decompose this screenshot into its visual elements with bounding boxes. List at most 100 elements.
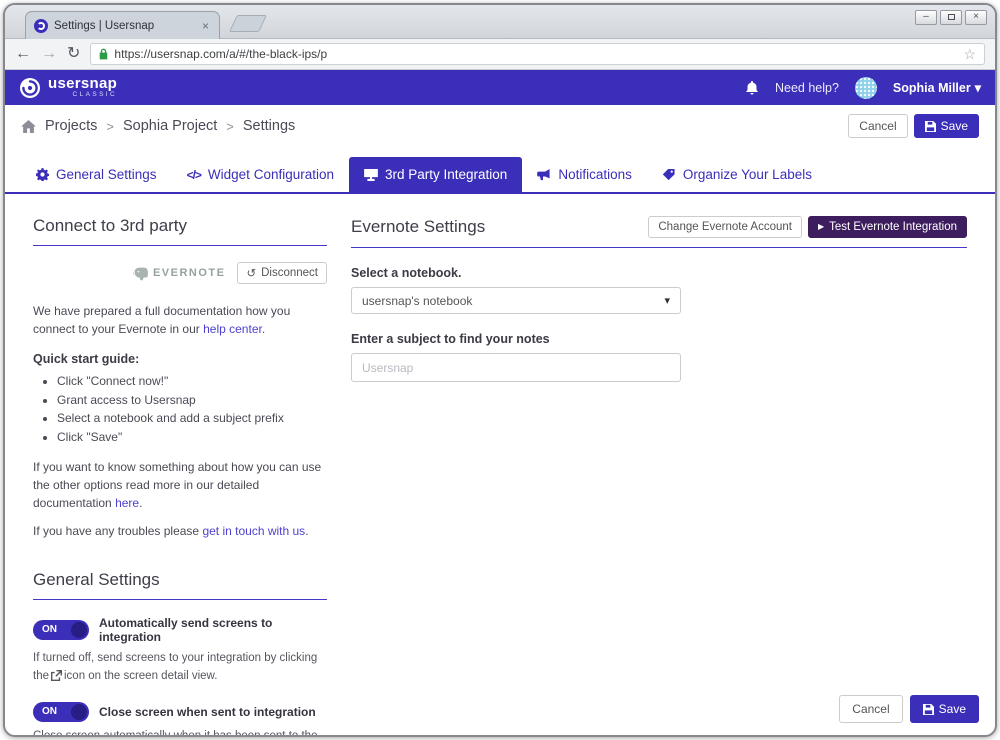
tab-notifications[interactable]: Notifications: [522, 157, 647, 192]
quick-start-list: Click "Connect now!" Grant access to Use…: [57, 372, 327, 446]
documentation-paragraph: If you want to know something about how …: [33, 460, 322, 511]
subject-input[interactable]: [351, 353, 681, 382]
breadcrumb-project-name[interactable]: Sophia Project: [123, 118, 217, 134]
here-link[interactable]: here: [115, 496, 139, 510]
breadcrumb-projects[interactable]: Projects: [45, 118, 97, 134]
test-evernote-integration-button[interactable]: ▶ Test Evernote Integration: [807, 216, 967, 238]
evernote-settings-panel: Evernote Settings Change Evernote Accoun…: [351, 216, 967, 382]
settings-tabs: General Settings </> Widget Configuratio…: [5, 147, 995, 194]
browser-window: Settings | Usersnap × – × ← → ↻ https://…: [3, 3, 997, 737]
url-text: https://usersnap.com/a/#/the-black-ips/p: [114, 47, 328, 61]
general-settings-title: General Settings: [33, 570, 327, 601]
breadcrumb: Projects > Sophia Project > Settings Can…: [5, 105, 995, 147]
troubles-paragraph: If you have any troubles please get in t…: [33, 524, 309, 539]
chevron-down-icon: ▾: [974, 81, 981, 95]
user-name: Sophia Miller: [892, 80, 971, 95]
bell-icon[interactable]: [745, 80, 759, 95]
new-tab-button[interactable]: [229, 15, 267, 32]
toggle-state-label: ON: [42, 624, 57, 636]
get-in-touch-link[interactable]: get in touch with us: [202, 524, 305, 538]
toggle-state-label: ON: [42, 706, 57, 717]
evernote-logo: EVERNOTE: [132, 266, 226, 281]
help-center-link[interactable]: help center: [203, 322, 262, 336]
footer-cancel-button[interactable]: Cancel: [839, 695, 903, 723]
browser-tab-title: Settings | Usersnap: [54, 19, 155, 32]
megaphone-icon: [537, 168, 550, 180]
quick-start-title: Quick start guide:: [33, 352, 140, 366]
footer-save-button[interactable]: Save: [909, 695, 979, 723]
user-avatar[interactable]: [854, 76, 877, 99]
main-content: Connect to 3rd party EVERNOTE ↺ Disconne…: [5, 194, 995, 737]
export-icon: [51, 670, 62, 682]
browser-tabstrip: Settings | Usersnap × – ×: [5, 5, 995, 39]
back-button[interactable]: ←: [15, 46, 31, 62]
save-floppy-icon: [922, 703, 934, 715]
browser-navbar: ← → ↻ https://usersnap.com/a/#/the-black…: [5, 39, 995, 70]
code-icon: </>: [186, 167, 202, 182]
browser-tab[interactable]: Settings | Usersnap ×: [25, 11, 220, 39]
forward-button[interactable]: →: [41, 46, 57, 62]
select-caret-icon: ▾: [664, 295, 670, 307]
footer-actions: Cancel Save: [839, 695, 979, 723]
tab-close-icon[interactable]: ×: [200, 19, 211, 33]
window-close-button[interactable]: ×: [965, 10, 987, 25]
auto-send-description: If turned off, send screens to your inte…: [33, 652, 318, 683]
save-floppy-icon: [924, 120, 936, 132]
auto-send-toggle[interactable]: ON: [33, 620, 89, 641]
address-bar[interactable]: https://usersnap.com/a/#/the-black-ips/p…: [90, 43, 985, 65]
connect-panel-title: Connect to 3rd party: [33, 216, 327, 246]
usersnap-swirl-icon: [20, 77, 40, 98]
minimize-icon: –: [923, 11, 929, 22]
reload-button[interactable]: ↻: [67, 46, 80, 62]
need-help-link[interactable]: Need help?: [775, 81, 839, 95]
home-icon[interactable]: [21, 119, 36, 133]
window-maximize-button[interactable]: [940, 10, 962, 25]
tab-3rd-party-integration[interactable]: 3rd Party Integration: [349, 157, 523, 192]
quick-start-step: Select a notebook and add a subject pref…: [57, 409, 327, 428]
tab-organize-labels[interactable]: Organize Your Labels: [647, 157, 827, 192]
general-settings-panel: General Settings ON Automatically send s…: [33, 570, 327, 737]
usersnap-logo[interactable]: usersnap CLASSIC: [19, 76, 117, 99]
gear-icon: [36, 168, 49, 181]
window-minimize-button[interactable]: –: [915, 10, 937, 25]
connect-panel: Connect to 3rd party EVERNOTE ↺ Disconne…: [33, 216, 327, 540]
quick-start-step: Grant access to Usersnap: [57, 391, 327, 410]
breadcrumb-settings[interactable]: Settings: [243, 118, 295, 134]
breadcrumb-separator: >: [226, 118, 234, 134]
evernote-wordmark: EVERNOTE: [152, 267, 226, 279]
app-header: usersnap CLASSIC Need help? Sophia Mille…: [5, 70, 995, 105]
save-button[interactable]: Save: [913, 114, 979, 138]
notebook-label: Select a notebook.: [351, 266, 462, 280]
intro-paragraph: We have prepared a full documentation ho…: [33, 304, 291, 336]
integration-icon: [364, 168, 378, 181]
close-screen-description: Close screen automatically when it has b…: [33, 730, 318, 737]
cancel-button[interactable]: Cancel: [848, 114, 908, 138]
disconnect-icon: ↺: [246, 268, 257, 280]
close-screen-label: Close screen when sent to integration: [99, 705, 316, 719]
play-icon: ▶: [817, 222, 825, 231]
user-menu[interactable]: Sophia Miller ▾: [892, 80, 981, 96]
disconnect-button[interactable]: ↺ Disconnect: [237, 262, 327, 284]
toggle-knob: [71, 622, 87, 639]
auto-send-label: Automatically send screens to integratio…: [99, 616, 273, 645]
evernote-elephant-icon: [132, 267, 148, 280]
brand-name: usersnap: [48, 75, 118, 93]
usersnap-favicon-icon: [34, 18, 48, 33]
tag-icon: [662, 168, 675, 180]
subject-label: Enter a subject to find your notes: [351, 332, 550, 346]
lock-icon: [100, 48, 108, 60]
tab-widget-configuration[interactable]: </> Widget Configuration: [172, 157, 349, 192]
brand-subtitle: CLASSIC: [72, 91, 118, 99]
close-screen-toggle[interactable]: ON: [33, 702, 89, 722]
quick-start-step: Click "Connect now!": [57, 372, 327, 391]
toggle-knob: [71, 704, 87, 720]
notebook-select[interactable]: usersnap's notebook ▾: [351, 287, 681, 314]
close-icon: ×: [973, 11, 979, 22]
evernote-settings-title: Evernote Settings: [351, 217, 486, 236]
breadcrumb-separator: >: [106, 118, 114, 134]
quick-start-step: Click "Save": [57, 428, 327, 447]
notebook-selected-value: usersnap's notebook: [362, 293, 473, 308]
bookmark-star-icon[interactable]: ☆: [963, 46, 976, 63]
tab-general-settings[interactable]: General Settings: [21, 157, 172, 192]
change-evernote-account-button[interactable]: Change Evernote Account: [648, 216, 802, 238]
